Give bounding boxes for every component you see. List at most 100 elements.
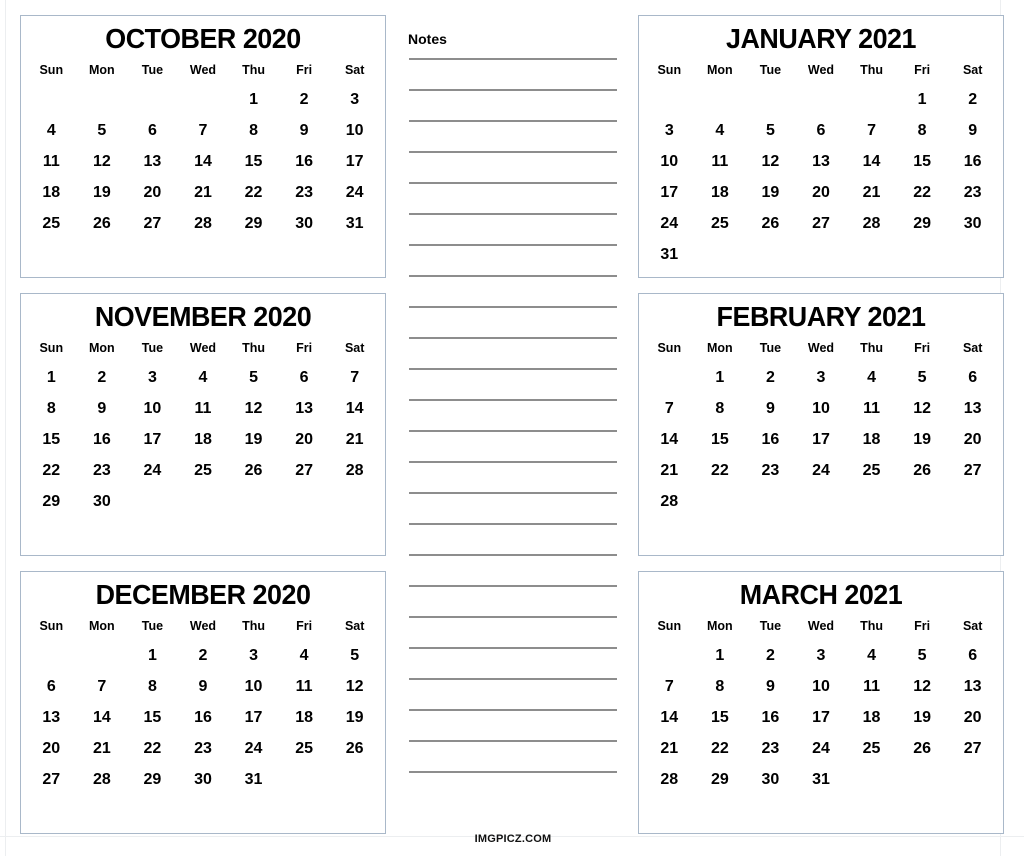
day-cell[interactable]: 2: [178, 640, 229, 671]
day-cell[interactable]: 4: [279, 640, 330, 671]
day-cell[interactable]: 15: [695, 702, 746, 733]
day-cell[interactable]: 26: [329, 733, 380, 764]
day-cell[interactable]: 28: [178, 208, 229, 239]
day-cell[interactable]: [228, 795, 279, 826]
day-cell[interactable]: 11: [279, 671, 330, 702]
day-cell[interactable]: 21: [77, 733, 128, 764]
day-cell[interactable]: 27: [796, 208, 847, 239]
notes-rules[interactable]: [396, 58, 630, 773]
day-cell[interactable]: [127, 517, 178, 548]
day-cell[interactable]: 25: [846, 455, 897, 486]
day-cell[interactable]: [745, 517, 796, 548]
note-line[interactable]: [409, 709, 617, 711]
day-cell[interactable]: 26: [897, 455, 948, 486]
day-cell[interactable]: [745, 84, 796, 115]
day-cell[interactable]: 4: [26, 115, 77, 146]
day-cell[interactable]: 5: [897, 640, 948, 671]
day-cell[interactable]: 11: [695, 146, 746, 177]
note-line[interactable]: [409, 492, 617, 494]
day-cell[interactable]: 27: [26, 764, 77, 795]
day-cell[interactable]: 30: [178, 764, 229, 795]
day-cell[interactable]: 14: [644, 424, 695, 455]
day-cell[interactable]: 8: [228, 115, 279, 146]
day-cell[interactable]: 1: [695, 362, 746, 393]
month-card-november-2020[interactable]: NOVEMBER 2020 Sun Mon Tue Wed Thu Fri Sa…: [20, 293, 386, 556]
day-cell[interactable]: 19: [77, 177, 128, 208]
day-cell[interactable]: 6: [947, 640, 998, 671]
day-cell[interactable]: [846, 764, 897, 795]
day-cell[interactable]: 14: [846, 146, 897, 177]
day-cell[interactable]: 20: [26, 733, 77, 764]
day-cell[interactable]: [897, 239, 948, 270]
note-line[interactable]: [409, 151, 617, 153]
day-cell[interactable]: [127, 84, 178, 115]
day-cell[interactable]: 18: [178, 424, 229, 455]
day-cell[interactable]: [228, 239, 279, 270]
day-cell[interactable]: 13: [127, 146, 178, 177]
note-line[interactable]: [409, 771, 617, 773]
day-cell[interactable]: 7: [846, 115, 897, 146]
day-cell[interactable]: 18: [695, 177, 746, 208]
day-cell[interactable]: 21: [644, 733, 695, 764]
day-cell[interactable]: 22: [26, 455, 77, 486]
day-cell[interactable]: 30: [279, 208, 330, 239]
day-cell[interactable]: 11: [178, 393, 229, 424]
day-cell[interactable]: [796, 795, 847, 826]
month-card-december-2020[interactable]: DECEMBER 2020 Sun Mon Tue Wed Thu Fri Sa…: [20, 571, 386, 834]
day-cell[interactable]: [26, 239, 77, 270]
day-cell[interactable]: 22: [228, 177, 279, 208]
day-cell[interactable]: [644, 362, 695, 393]
day-cell[interactable]: [77, 84, 128, 115]
day-cell[interactable]: [947, 764, 998, 795]
day-cell[interactable]: 24: [796, 455, 847, 486]
day-cell[interactable]: [745, 239, 796, 270]
day-cell[interactable]: 12: [897, 671, 948, 702]
day-cell[interactable]: [846, 486, 897, 517]
note-line[interactable]: [409, 182, 617, 184]
day-cell[interactable]: 2: [279, 84, 330, 115]
month-card-january-2021[interactable]: JANUARY 2021 Sun Mon Tue Wed Thu Fri Sat: [638, 15, 1004, 278]
day-cell[interactable]: 7: [644, 671, 695, 702]
day-cell[interactable]: 3: [127, 362, 178, 393]
day-cell[interactable]: 9: [77, 393, 128, 424]
day-cell[interactable]: 23: [745, 455, 796, 486]
day-cell[interactable]: 24: [127, 455, 178, 486]
day-cell[interactable]: [178, 239, 229, 270]
day-cell[interactable]: [796, 84, 847, 115]
day-cell[interactable]: 2: [745, 362, 796, 393]
day-cell[interactable]: [846, 517, 897, 548]
day-cell[interactable]: [26, 640, 77, 671]
day-cell[interactable]: [947, 239, 998, 270]
day-cell[interactable]: 12: [228, 393, 279, 424]
day-cell[interactable]: 8: [695, 671, 746, 702]
day-cell[interactable]: 14: [644, 702, 695, 733]
day-cell[interactable]: [947, 517, 998, 548]
day-cell[interactable]: 9: [279, 115, 330, 146]
day-cell[interactable]: 13: [279, 393, 330, 424]
day-cell[interactable]: [279, 795, 330, 826]
day-cell[interactable]: 20: [947, 424, 998, 455]
day-cell[interactable]: 19: [897, 702, 948, 733]
day-cell[interactable]: 14: [178, 146, 229, 177]
day-cell[interactable]: 7: [644, 393, 695, 424]
day-cell[interactable]: 18: [846, 424, 897, 455]
day-cell[interactable]: 20: [947, 702, 998, 733]
day-cell[interactable]: 10: [228, 671, 279, 702]
note-line[interactable]: [409, 337, 617, 339]
day-cell[interactable]: 21: [644, 455, 695, 486]
day-cell[interactable]: [796, 239, 847, 270]
day-cell[interactable]: 17: [796, 702, 847, 733]
day-cell[interactable]: 8: [897, 115, 948, 146]
day-cell[interactable]: 5: [329, 640, 380, 671]
day-cell[interactable]: [178, 486, 229, 517]
day-cell[interactable]: 26: [897, 733, 948, 764]
day-cell[interactable]: 1: [897, 84, 948, 115]
day-cell[interactable]: 16: [745, 424, 796, 455]
day-cell[interactable]: [329, 486, 380, 517]
day-cell[interactable]: 13: [26, 702, 77, 733]
day-cell[interactable]: 15: [228, 146, 279, 177]
day-cell[interactable]: 16: [77, 424, 128, 455]
month-card-february-2021[interactable]: FEBRUARY 2021 Sun Mon Tue Wed Thu Fri Sa…: [638, 293, 1004, 556]
note-line[interactable]: [409, 275, 617, 277]
day-cell[interactable]: 23: [77, 455, 128, 486]
